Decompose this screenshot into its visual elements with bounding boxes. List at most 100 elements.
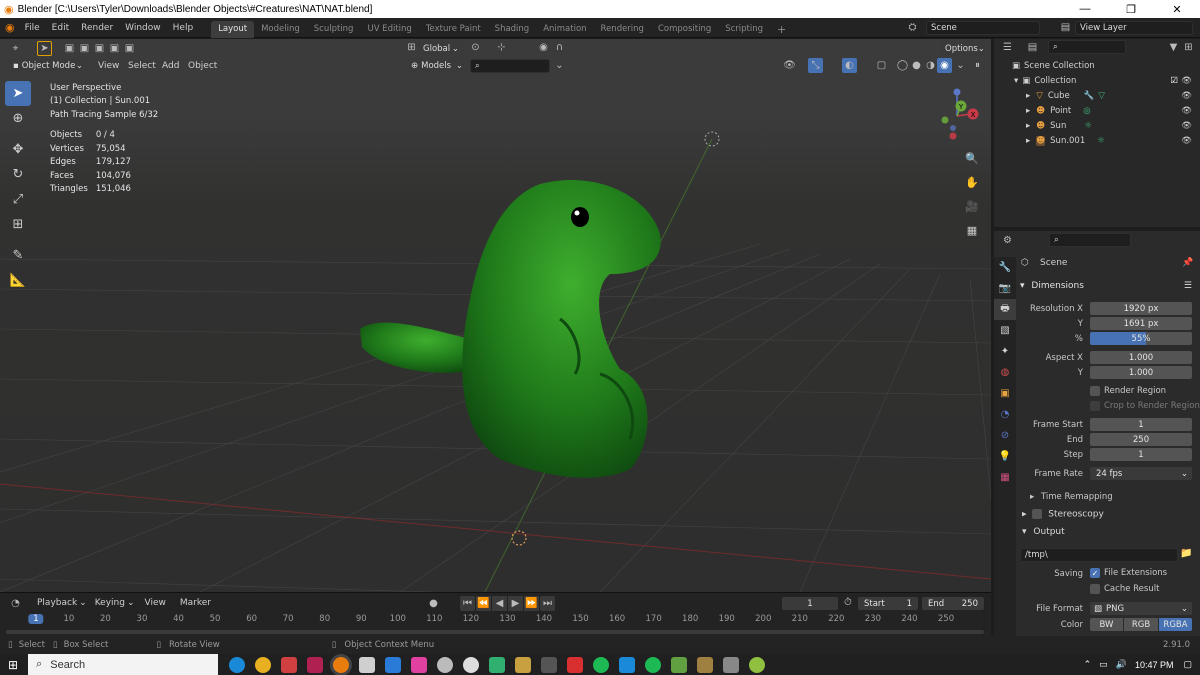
render-region-checkbox[interactable]: Render Region [1090, 386, 1166, 396]
notification-icon[interactable]: ▢ [1183, 659, 1192, 670]
overlay-toggle-icon[interactable]: ◐ [842, 58, 857, 73]
menu-playback[interactable]: Playback [37, 598, 77, 608]
visibility-icon[interactable]: 👁 [782, 58, 797, 73]
display-mode-icon[interactable]: ▤ [1025, 40, 1040, 55]
current-frame-field[interactable]: 1 [782, 597, 838, 610]
menu-keying[interactable]: Keying [95, 598, 125, 608]
tab-shading[interactable]: Shading [488, 21, 537, 38]
edge-icon[interactable] [229, 656, 246, 673]
mode-dropdown[interactable]: ▪ Object Mode ⌄ [8, 58, 88, 73]
timeline-scrollbar[interactable] [6, 630, 984, 634]
app-icon[interactable] [463, 656, 480, 673]
frame-step-field[interactable]: 1 [1090, 448, 1192, 461]
windows-start-icon[interactable]: ⊞ [8, 658, 18, 672]
new-collection-icon[interactable]: ⊞ [1181, 40, 1196, 55]
menu-edit[interactable]: Edit [46, 23, 75, 33]
properties-search-input[interactable]: ⌕ [1049, 233, 1131, 247]
tab-object[interactable]: ▣ [994, 383, 1016, 404]
transform-tool[interactable]: ⊞ [5, 212, 31, 237]
folder-icon[interactable]: 📁 [1180, 548, 1192, 559]
filter-dropdown-icon[interactable]: ⌄ [552, 58, 567, 73]
frame-end-field[interactable]: 250 [1090, 433, 1192, 446]
select-mode-invert-icon[interactable]: ▣ [107, 41, 122, 56]
menu-select[interactable]: Select [128, 61, 156, 71]
outliner-item-sun[interactable]: ▸ ☻ Sun ☼ 👁 [994, 118, 1200, 133]
solid-shading-icon[interactable]: ● [909, 58, 924, 73]
app-icon[interactable] [411, 656, 428, 673]
resolution-y-field[interactable]: 1691 px [1090, 317, 1192, 330]
frame-rate-dropdown[interactable]: 24 fps ⌄ [1090, 467, 1192, 480]
tab-render[interactable]: 📷 [994, 278, 1016, 299]
color-mode-bw[interactable]: BW [1090, 618, 1123, 631]
material-shading-icon[interactable]: ◑ [923, 58, 938, 73]
resolution-x-field[interactable]: 1920 px [1090, 302, 1192, 315]
outliner-item-cube[interactable]: ▸ ▽ Cube 🔧 ▽ 👁 [994, 88, 1200, 103]
app-icon[interactable] [281, 656, 298, 673]
output-path-input[interactable]: /tmp\ [1020, 548, 1178, 562]
jump-end-icon[interactable]: ⏭ [540, 596, 555, 611]
time-remapping-subpanel[interactable]: ▸ Time Remapping [1030, 492, 1113, 502]
app-icon[interactable] [619, 656, 636, 673]
cache-result-checkbox[interactable]: Cache Result [1090, 584, 1159, 594]
scale-tool[interactable]: ⤢ [5, 187, 31, 212]
tab-compositing[interactable]: Compositing [651, 21, 718, 38]
measure-tool[interactable]: 📐 [5, 268, 31, 293]
dinosaur-model[interactable] [360, 180, 661, 478]
jump-keyframe-forward-icon[interactable]: ⏩ [524, 596, 539, 611]
wireframe-shading-icon[interactable]: ◯ [895, 58, 910, 73]
camera-view-button[interactable]: 🎥 [962, 195, 982, 217]
app-icon[interactable] [489, 656, 506, 673]
tab-modeling[interactable]: Modeling [254, 21, 307, 38]
file-extensions-checkbox[interactable]: ✓ File Extensions [1090, 568, 1167, 578]
select-mode-new-icon[interactable]: ▣ [62, 41, 77, 56]
orientation-icon[interactable]: ⊞ [404, 40, 419, 55]
app-icon[interactable] [437, 656, 454, 673]
menu-view[interactable]: View [98, 61, 119, 71]
gizmo-toggle-icon[interactable]: ⤡ [808, 58, 823, 73]
eye-icon[interactable]: 👁 [1181, 121, 1192, 131]
tab-texture-paint[interactable]: Texture Paint [419, 21, 488, 38]
blender-taskbar-icon[interactable] [333, 656, 350, 673]
options-dropdown[interactable]: Options ⌄ [940, 41, 986, 56]
snap-icon[interactable]: ⊹ [494, 40, 509, 55]
properties-editor-icon[interactable]: ⚙ [1000, 233, 1015, 248]
app-icon[interactable] [359, 656, 376, 673]
close-button[interactable]: ✕ [1154, 0, 1200, 18]
presets-icon[interactable]: ☰ [1184, 281, 1192, 291]
rotate-tool[interactable]: ↻ [5, 162, 31, 187]
tab-rendering[interactable]: Rendering [594, 21, 651, 38]
select-tool-icon[interactable]: ➤ [37, 40, 52, 56]
menu-render[interactable]: Render [75, 23, 119, 33]
falloff-icon[interactable]: ∩ [552, 40, 567, 55]
frame-start-field[interactable]: 1 [1090, 418, 1192, 431]
menu-window[interactable]: Window [119, 23, 167, 33]
move-tool[interactable]: ✥ [5, 137, 31, 162]
output-panel-header[interactable]: ▾ Output [1022, 527, 1065, 537]
stereoscopy-checkbox[interactable] [1032, 509, 1043, 519]
checkbox-icon[interactable]: ☑ [1170, 76, 1178, 86]
select-mode-intersect-icon[interactable]: ▣ [122, 41, 137, 56]
menu-add[interactable]: Add [162, 61, 179, 71]
menu-file[interactable]: File [19, 23, 46, 33]
spotify-icon[interactable] [645, 656, 662, 673]
pan-button[interactable]: ✋ [962, 171, 982, 193]
annotate-tool[interactable]: ✎ [5, 243, 31, 268]
eye-icon[interactable]: 👁 [1181, 106, 1192, 116]
sidebar-toggle-icon[interactable]: ⏸ [970, 58, 985, 73]
menu-marker[interactable]: Marker [180, 598, 211, 608]
xray-icon[interactable]: ▢ [874, 58, 889, 73]
aspect-y-field[interactable]: 1.000 [1090, 366, 1192, 379]
shading-options-icon[interactable]: ⌄ [953, 58, 968, 73]
select-mode-extend-icon[interactable]: ▣ [77, 41, 92, 56]
tab-scripting[interactable]: Scripting [718, 21, 770, 38]
zoom-button[interactable]: 🔍 [962, 147, 982, 169]
scene-icon[interactable]: ⛭ [905, 20, 920, 35]
outliner-item-sun-001[interactable]: ▸ ☻ Sun.001 ☼ 👁 [994, 133, 1200, 148]
file-format-dropdown[interactable]: ▧ PNG ⌄ [1090, 602, 1192, 615]
dimensions-panel-header[interactable]: ▾ Dimensions ☰ [1020, 281, 1196, 295]
tab-animation[interactable]: Animation [536, 21, 593, 38]
timeline-editor-icon[interactable]: ◔ [8, 596, 23, 611]
play-icon[interactable]: ▶ [508, 596, 523, 611]
app-icon[interactable] [307, 656, 324, 673]
menu-object[interactable]: Object [188, 61, 217, 71]
